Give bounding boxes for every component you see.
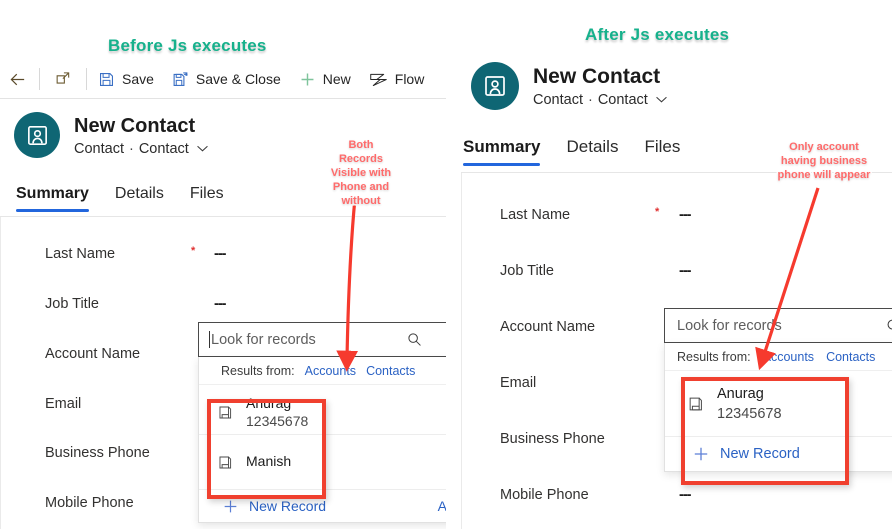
results-source-accounts[interactable]: Accounts	[763, 350, 814, 364]
tab-files[interactable]: Files	[190, 185, 224, 212]
field-label-job-title: Job Title	[45, 296, 99, 312]
field-row-last-name: Last Name * ---	[462, 203, 892, 227]
command-bar: Save Save & Close New Flow	[0, 60, 446, 99]
field-value-last-name[interactable]: ---	[214, 246, 226, 262]
subtitle-separator-right: ·	[587, 92, 593, 109]
screenshot-root: Save Save & Close New Flow New Contact C…	[0, 0, 892, 529]
search-icon[interactable]	[406, 331, 423, 348]
lookup-placeholder-text: Look for records	[211, 331, 316, 348]
results-source-contacts[interactable]: Contacts	[366, 364, 415, 378]
contact-card-icon	[27, 125, 47, 145]
back-button[interactable]	[0, 60, 37, 98]
save-button[interactable]: Save	[89, 60, 163, 98]
field-label-mobile-phone: Mobile Phone	[45, 495, 134, 511]
contact-card-icon	[485, 76, 505, 96]
open-in-new-window-button[interactable]	[42, 60, 84, 98]
field-row-job-title: Job Title ---	[1, 292, 446, 316]
record-header-right: New Contact Contact · Contact	[471, 62, 668, 110]
tab-details[interactable]: Details	[115, 185, 164, 212]
caption-after-js: After Js executes	[583, 23, 731, 46]
chevron-down-icon[interactable]	[655, 92, 668, 108]
field-label-job-title: Job Title	[500, 263, 554, 279]
subtitle-separator: ·	[128, 141, 134, 157]
page-title-right: New Contact	[533, 65, 661, 88]
record-subtitle: Contact · Contact	[74, 141, 209, 157]
flow-button[interactable]: Flow	[360, 60, 434, 98]
record-form-label-right: Contact	[597, 92, 648, 109]
search-icon[interactable]	[885, 317, 892, 335]
caption-before-js: Before Js executes	[106, 34, 268, 57]
lookup-placeholder-text-right: Look for records	[677, 317, 782, 334]
record-header: New Contact Contact · Contact	[14, 112, 209, 158]
avatar	[471, 62, 519, 110]
results-source-contacts[interactable]: Contacts	[826, 350, 875, 364]
tab-list: Summary Details Files	[16, 178, 224, 212]
record-titles-right: New Contact Contact · Contact	[533, 62, 668, 108]
field-label-email: Email	[45, 396, 82, 412]
save-and-close-icon	[172, 71, 189, 88]
field-row-mobile-phone: Mobile Phone ---	[462, 483, 892, 507]
tab-list-right: Summary Details Files	[463, 132, 680, 166]
field-label-account-name: Account Name	[45, 346, 141, 362]
field-label-email: Email	[500, 375, 537, 391]
field-label-business-phone: Business Phone	[500, 431, 605, 447]
record-subtitle-right: Contact · Contact	[533, 92, 668, 108]
field-label-account-name: Account Name	[500, 319, 596, 335]
new-button-label: New	[322, 71, 351, 87]
highlight-box-left-results	[207, 399, 326, 499]
flow-button-label: Flow	[394, 71, 425, 87]
tab-summary[interactable]: Summary	[463, 137, 541, 166]
highlight-box-right-results	[681, 377, 849, 485]
tab-details[interactable]: Details	[566, 137, 618, 166]
field-value-job-title[interactable]: ---	[214, 296, 226, 312]
chevron-down-icon[interactable]	[196, 141, 209, 157]
field-label-business-phone: Business Phone	[45, 445, 150, 461]
field-label-mobile-phone: Mobile Phone	[500, 487, 589, 503]
required-indicator-last-name: *	[191, 245, 196, 257]
field-value-job-title[interactable]: ---	[679, 263, 691, 279]
results-from-row: Results from: Accounts Contacts	[199, 357, 446, 385]
page-title: New Contact	[74, 115, 196, 137]
advanced-lookup-trail[interactable]: A	[438, 498, 446, 514]
field-row-job-title: Job Title ---	[462, 259, 892, 283]
back-arrow-icon	[8, 70, 27, 89]
required-indicator-last-name: *	[655, 206, 660, 218]
record-titles: New Contact Contact · Contact	[74, 112, 209, 157]
save-and-close-button[interactable]: Save & Close	[163, 60, 290, 98]
results-from-label: Results from:	[221, 364, 295, 378]
field-label-last-name: Last Name	[500, 207, 571, 223]
avatar	[14, 112, 60, 158]
text-caret	[209, 331, 210, 348]
save-and-close-button-label: Save & Close	[195, 71, 281, 87]
flow-icon	[369, 71, 388, 88]
annotation-only-account: Only account having business phone will …	[776, 139, 872, 182]
field-label-last-name: Last Name	[45, 246, 116, 262]
results-from-row-right: Results from: Accounts Contacts	[665, 343, 892, 371]
toolbar-divider	[39, 68, 40, 90]
field-value-mobile-phone[interactable]: ---	[679, 487, 691, 503]
new-button[interactable]: New	[290, 60, 360, 98]
annotation-both-records: Both Records Visible with Phone and with…	[329, 137, 393, 208]
save-button-label: Save	[122, 71, 154, 87]
toolbar-divider-2	[86, 68, 87, 90]
tab-files[interactable]: Files	[644, 137, 680, 166]
record-entity-label-right: Contact	[533, 92, 583, 109]
plus-icon	[223, 499, 238, 514]
lookup-input-wrapper-right[interactable]: Look for records	[664, 308, 892, 343]
results-source-accounts[interactable]: Accounts	[305, 364, 356, 378]
field-value-last-name[interactable]: ---	[679, 207, 691, 223]
open-in-new-window-icon	[54, 70, 72, 88]
plus-icon	[299, 71, 316, 88]
save-disk-icon	[98, 71, 115, 88]
field-row-last-name: Last Name * ---	[1, 242, 446, 266]
record-entity-label: Contact	[74, 141, 124, 157]
record-form-label: Contact	[138, 141, 189, 157]
lookup-input-wrapper[interactable]: Look for records	[198, 322, 446, 357]
results-from-label: Results from:	[677, 350, 751, 364]
new-record-label: New Record	[249, 498, 327, 514]
tab-summary[interactable]: Summary	[16, 185, 89, 212]
